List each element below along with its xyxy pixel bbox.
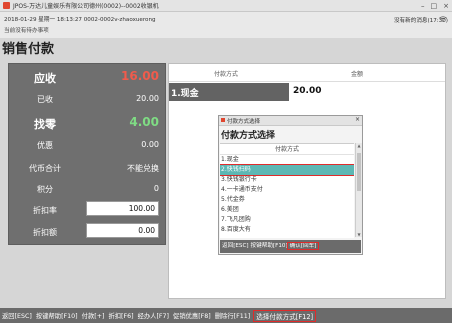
change-label: 找零: [34, 118, 56, 131]
discount-row: 优惠 0.00: [9, 136, 165, 154]
scroll-thumb[interactable]: [357, 153, 361, 191]
discount-key[interactable]: 折扣[F6]: [106, 311, 135, 320]
scroll-up-icon[interactable]: ▲: [356, 143, 362, 148]
change-value: 4.00: [129, 115, 159, 129]
dialog-window-title: 付款方式选择: [227, 119, 261, 125]
scroll-down-icon[interactable]: ▼: [356, 232, 362, 237]
list-item[interactable]: 1.现金: [220, 155, 354, 165]
minimize-icon[interactable]: –: [421, 2, 425, 10]
points-value: 0: [153, 184, 159, 193]
voucher-value: 不能兑换: [127, 164, 159, 173]
shortcut-bar: 返回[ESC] 按键帮助[F10] 付款[+] 折扣[F6] 经办人[F7] 促…: [0, 308, 452, 323]
discount-rate-input[interactable]: [86, 201, 159, 216]
voucher-row: 代币合计 不能兑换: [9, 159, 165, 177]
received-label: 已收: [37, 95, 53, 104]
discount-rate-label: 折扣率: [33, 206, 57, 215]
dialog-close-icon[interactable]: ×: [355, 116, 360, 123]
list-scrollbar[interactable]: ▲ ▼: [355, 143, 362, 237]
voucher-label: 代币合计: [29, 164, 61, 173]
promotion-key[interactable]: 促销优惠[F8]: [171, 311, 213, 320]
window-title: JPOS-万达儿童娱乐有限公司德州(0002)--0002收银机: [13, 3, 159, 10]
discount-amount-label: 折扣额: [33, 228, 57, 237]
points-label: 积分: [37, 185, 53, 194]
app-icon: [3, 2, 10, 9]
info-bar: 2018-01-29 星期一 18:13:27 0002-0002v-zhaox…: [0, 12, 452, 38]
col-method: 付款方式: [214, 71, 239, 78]
dialog-help-button[interactable]: 按键帮助[F10]: [249, 243, 288, 249]
select-payment-key[interactable]: 选择付款方式[F12]: [253, 309, 317, 322]
received-value: 20.00: [136, 94, 159, 103]
list-item[interactable]: 7.飞凡团购: [220, 215, 354, 225]
payment-row[interactable]: 1.现金 20.00: [169, 83, 445, 101]
discount-amount-input[interactable]: [86, 223, 159, 238]
delete-row-key[interactable]: 删除行[F11]: [213, 311, 252, 320]
pay-key[interactable]: 付款[+]: [80, 311, 107, 320]
dialog-footer: 返回[ESC] 按键帮助[F10] 确认[回车]: [220, 240, 361, 253]
list-column-header: 付款方式: [220, 144, 354, 155]
points-row: 积分 0: [9, 180, 165, 198]
list-item[interactable]: 3.快钱银行卡: [220, 175, 354, 185]
close-icon[interactable]: ×: [443, 2, 449, 10]
payment-amount: 20.00: [293, 86, 322, 96]
wifi-icon: [439, 16, 447, 22]
list-item-selected[interactable]: 2.快钱扫码: [220, 164, 354, 176]
col-amount: 金额: [351, 71, 364, 78]
dialog-back-button[interactable]: 返回[ESC]: [220, 243, 249, 249]
maximize-icon[interactable]: □: [431, 2, 438, 10]
payment-list-header: 付款方式 金额: [169, 64, 445, 82]
list-item[interactable]: 4.一卡通币支付: [220, 185, 354, 195]
payment-method-dialog: 付款方式选择 × 付款方式选择 付款方式 1.现金 2.快钱扫码 3.快钱银行卡…: [218, 115, 363, 255]
dialog-confirm-button[interactable]: 确认[回车]: [286, 242, 320, 250]
back-key[interactable]: 返回[ESC]: [0, 311, 34, 320]
payment-method: 1.现金: [169, 83, 289, 101]
payment-summary-panel: 应收 16.00 已收 20.00 找零 4.00 优惠 0.00 代币合计 不…: [8, 63, 166, 245]
change-row: 找零 4.00: [9, 114, 165, 132]
list-item[interactable]: 6.美团: [220, 205, 354, 215]
session-info: 2018-01-29 星期一 18:13:27 0002-0002v-zhaox…: [4, 17, 156, 23]
discount-amount-row: 折扣额: [9, 223, 165, 241]
page-title: 销售付款: [2, 42, 55, 57]
discount-label: 优惠: [37, 141, 53, 150]
status-message: 当前没有待办事项: [4, 28, 49, 34]
receivable-value: 16.00: [121, 69, 159, 83]
payment-method-list: 付款方式 1.现金 2.快钱扫码 3.快钱银行卡 4.一卡通币支付 5.代金券 …: [220, 143, 354, 238]
receivable-row: 应收 16.00: [9, 68, 165, 86]
operator-key[interactable]: 经办人[F7]: [136, 311, 171, 320]
dialog-titlebar: 付款方式选择 ×: [219, 116, 362, 126]
discount-rate-row: 折扣率: [9, 201, 165, 219]
list-item[interactable]: 8.百度大有: [220, 225, 354, 235]
received-row: 已收 20.00: [9, 90, 165, 108]
receivable-label: 应收: [34, 72, 56, 85]
window-titlebar: JPOS-万达儿童娱乐有限公司德州(0002)--0002收银机 – □ ×: [0, 0, 452, 12]
list-item[interactable]: 5.代金券: [220, 195, 354, 205]
discount-value: 0.00: [141, 140, 159, 149]
dialog-title: 付款方式选择: [221, 131, 276, 141]
dialog-app-icon: [221, 118, 225, 122]
help-key[interactable]: 按键帮助[F10]: [34, 311, 80, 320]
